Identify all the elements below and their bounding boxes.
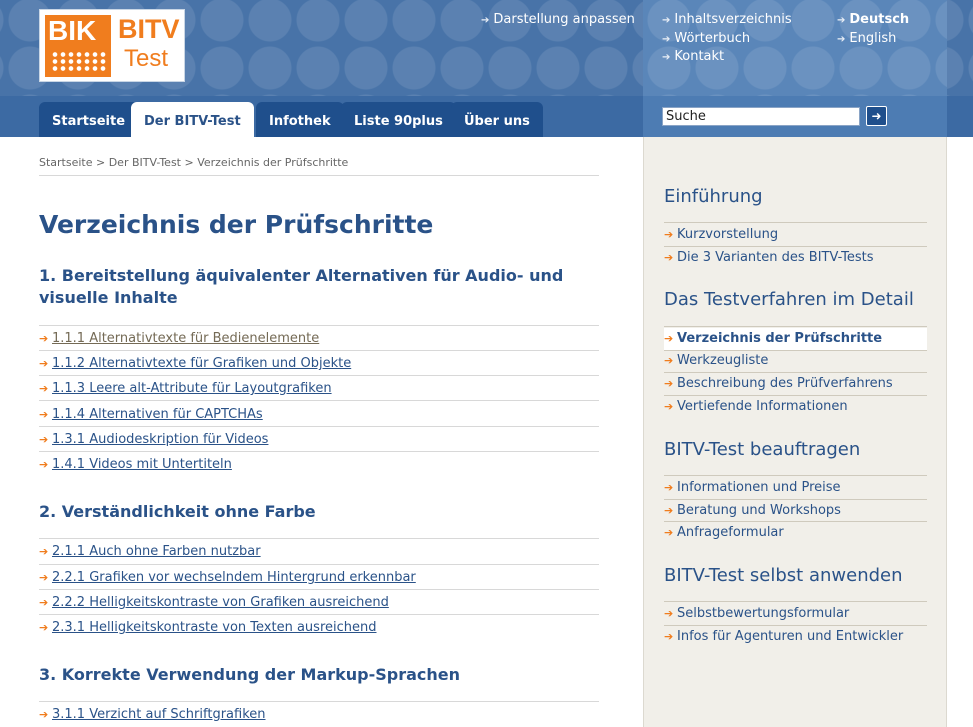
sidebar-heading-testverfahren: Das Testverfahren im Detail [664, 289, 914, 310]
header: BIK BITV Test ➔ Darstellung anpassen ➔ Inh… [0, 0, 973, 137]
link-inhaltsverzeichnis[interactable]: ➔ Inhaltsverzeichnis [662, 12, 792, 27]
sidebar-item-selbstbewertung[interactable]: ➔ Selbstbewertungsformular [664, 603, 927, 625]
list-item[interactable]: ➔ 2.3.1 Helligkeitskontraste von Texten a… [39, 615, 599, 640]
tab-der-bitv-test[interactable]: Der BITV-Test [131, 102, 254, 137]
sidebar-item-beratung[interactable]: ➔ Beratung und Workshops [664, 500, 927, 522]
sidebar-item-werkzeugliste[interactable]: ➔ Werkzeugliste [664, 350, 927, 372]
section-heading-1: 1. Bereitstellung äquivalenter Alternati… [39, 266, 564, 307]
sidebar-item-verzeichnis[interactable]: ➔ Verzeichnis der Prüfschritte [664, 328, 927, 350]
sidebar-item-preise[interactable]: ➔ Informationen und Preise [664, 477, 927, 499]
list-item[interactable]: ➔ 3.1.1 Verzicht auf Schriftgrafiken [39, 702, 599, 727]
sidebar-item-anfrageformular[interactable]: ➔ Anfrageformular [664, 522, 927, 544]
sidebar-item-kurzvorstellung[interactable]: ➔ Kurzvorstellung [664, 224, 927, 246]
list-item[interactable]: ➔ 1.1.1 Alternativtexte für Bedienelement… [39, 326, 599, 351]
arrow-right-icon: ➔ [39, 708, 49, 721]
page: BIK BITV Test ➔ Darstellung anpassen ➔ Inh… [0, 0, 973, 727]
arrow-right-icon: ➔ [664, 377, 674, 390]
arrow-right-icon: ➔ [664, 630, 674, 643]
sidebar-item-varianten[interactable]: ➔ Die 3 Varianten des BITV-Tests [664, 247, 927, 269]
breadcrumb[interactable]: Startseite > Der BITV-Test > Verzeichnis… [39, 156, 348, 169]
arrow-right-icon: ➔ [664, 400, 674, 413]
list-item[interactable]: ➔ 1.1.3 Leere alt-Attribute für Layoutgra… [39, 376, 599, 401]
tab-liste-90plus[interactable]: Liste 90plus [341, 102, 456, 137]
bik-bitv-logo[interactable]: BIK BITV Test [39, 9, 185, 82]
list-item[interactable]: ➔ 1.4.1 Videos mit Untertiteln [39, 452, 599, 477]
list-item[interactable]: ➔ 2.2.2 Helligkeitskontraste von Grafiken… [39, 590, 599, 615]
list-item[interactable]: ➔ 2.2.1 Grafiken vor wechselndem Hintergr… [39, 565, 599, 590]
lang-deutsch[interactable]: ➔ Deutsch [837, 12, 909, 27]
arrow-right-icon: ➔ [664, 228, 674, 241]
sidebar-item-agenturen[interactable]: ➔ Infos für Agenturen und Entwickler [664, 626, 927, 648]
search-button[interactable]: ➜ [866, 106, 887, 126]
sidebar-heading-beauftragen: BITV-Test beauftragen [664, 439, 861, 460]
sidebar-heading-einfuehrung: Einführung [664, 186, 763, 207]
arrow-right-icon: ➔ [662, 52, 671, 63]
sidebar-item-pruefverfahren[interactable]: ➔ Beschreibung des Prüfverfahrens [664, 373, 927, 395]
arrow-right-icon: ➔ [837, 34, 846, 45]
arrow-right-icon: ➔ [39, 571, 49, 584]
logo-dot-grid [51, 51, 107, 73]
arrow-right-icon: ➔ [662, 34, 671, 45]
arrow-right-icon: ➔ [39, 433, 49, 446]
tab-ueber-uns[interactable]: Über uns [451, 102, 543, 137]
arrow-right-icon: ➔ [39, 458, 49, 471]
arrow-right-icon: ➔ [39, 357, 49, 370]
list-item[interactable]: ➔ 1.3.1 Audiodeskription für Videos [39, 427, 599, 452]
page-title: Verzeichnis der Prüfschritte [39, 210, 434, 239]
logo-bitv-text: BITV [118, 14, 180, 44]
list-item[interactable]: ➔ 1.1.4 Alternativen für CAPTCHAs [39, 402, 599, 427]
arrow-right-icon: ➔ [39, 545, 49, 558]
logo-test-text: Test [124, 45, 169, 72]
logo-bik-text: BIK [48, 15, 97, 46]
arrow-right-icon: ➔ [39, 408, 49, 421]
link-darstellung-anpassen[interactable]: ➔ Darstellung anpassen [481, 12, 635, 27]
sidebar-heading-anwenden: BITV-Test selbst anwenden [664, 565, 903, 586]
arrow-right-icon: ➔ [39, 596, 49, 609]
arrow-right-icon: ➔ [837, 15, 846, 26]
arrow-right-icon: ➔ [39, 621, 49, 634]
arrow-right-icon: ➔ [662, 15, 671, 26]
arrow-right-icon: ➔ [664, 607, 674, 620]
sidebar: Einführung ➔ Kurzvorstellung ➔ Die 3 Varia… [643, 137, 947, 727]
arrow-right-icon: ➔ [664, 526, 674, 539]
arrow-right-icon: ➔ [39, 332, 49, 345]
arrow-right-icon: ➔ [481, 15, 490, 26]
arrow-right-icon: ➔ [664, 332, 674, 345]
logo-mark: BIK [45, 15, 111, 77]
arrow-right-icon: ➔ [664, 504, 674, 517]
tab-infothek[interactable]: Infothek [256, 102, 344, 137]
list-item[interactable]: ➔ 1.1.2 Alternativtexte für Grafiken und … [39, 351, 599, 376]
sidebar-item-vertiefende[interactable]: ➔ Vertiefende Informationen [664, 396, 927, 418]
arrow-right-icon: ➔ [664, 481, 674, 494]
section-heading-3: 3. Korrekte Verwendung der Markup-Sprach… [39, 665, 461, 684]
link-kontakt[interactable]: ➔ Kontakt [662, 49, 724, 64]
arrow-right-icon: ➜ [871, 109, 882, 123]
section-heading-2: 2. Verständlichkeit ohne Farbe [39, 502, 316, 521]
search-input[interactable] [662, 107, 860, 126]
arrow-right-icon: ➔ [39, 382, 49, 395]
tab-startseite[interactable]: Startseite [39, 102, 139, 137]
arrow-right-icon: ➔ [664, 251, 674, 264]
list-item[interactable]: ➔ 2.1.1 Auch ohne Farben nutzbar [39, 539, 599, 564]
link-woerterbuch[interactable]: ➔ Wörterbuch [662, 31, 750, 46]
lang-english[interactable]: ➔ English [837, 31, 896, 46]
arrow-right-icon: ➔ [664, 354, 674, 367]
